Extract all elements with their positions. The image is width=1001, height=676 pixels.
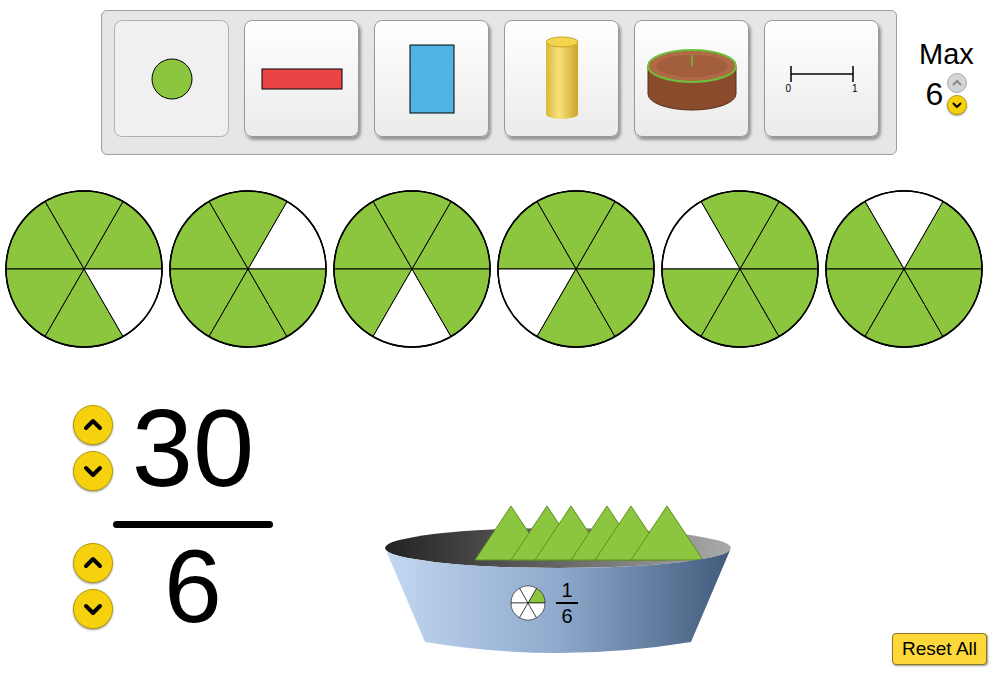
up-arrow-button[interactable] [73,405,113,445]
circle-icon [150,57,194,101]
pie-slice[interactable] [576,269,654,337]
representation-button[interactable] [114,20,229,137]
top-row: 01Max6 [0,0,1001,155]
chevron-up-icon [951,77,963,89]
cake-icon [644,44,740,114]
denominator: 6 [113,534,273,638]
pie-slice[interactable] [170,201,248,269]
pie-slice[interactable] [84,269,162,337]
pie-slice[interactable] [248,269,326,337]
pie[interactable] [660,189,820,349]
number-line-end: 1 [852,84,858,94]
chevron-down-icon [81,597,105,621]
number-line-icon: 01 [786,64,858,94]
fraction-control: 306 [73,393,273,638]
mini-pie-icon [510,585,546,621]
representation-button[interactable]: 01 [764,20,879,137]
representation-toolbar: 01 [101,10,897,155]
max-value: 6 [926,78,944,110]
representation-button[interactable] [504,20,619,137]
chevron-down-icon [951,99,963,111]
bucket[interactable]: 16 [383,504,733,656]
vertical-bar-icon [408,43,456,115]
fraction-bar [113,521,273,528]
max-label: Max [919,40,974,69]
bucket-piece[interactable] [631,506,703,560]
pie-slice[interactable] [498,201,576,269]
pie-slice[interactable] [662,201,740,269]
pie-slice[interactable] [904,269,982,337]
down-arrow-button[interactable] [73,589,113,629]
max-control: Max 6 [919,40,974,115]
bottom-area: 30616Reset All [0,349,1001,676]
down-arrow-button[interactable] [73,451,113,491]
reset-all-button[interactable]: Reset All [892,633,987,665]
pie[interactable] [168,189,328,349]
pie[interactable] [496,189,656,349]
pie-slice[interactable] [6,201,84,269]
fractions-app: 01Max630616Reset All [0,0,1001,676]
down-arrow-button[interactable] [947,95,967,115]
bucket-icon [383,504,733,656]
up-arrow-button[interactable] [947,73,967,93]
bucket-denominator: 6 [561,606,572,626]
number-line-start: 0 [786,84,792,94]
pie-slice[interactable] [334,201,412,269]
bucket-label: 16 [510,580,578,626]
horizontal-bar-icon [261,67,343,91]
chevron-up-icon [81,413,105,437]
pie[interactable] [4,189,164,349]
water-glass-icon [542,34,582,124]
pie-row [0,189,1001,349]
pie[interactable] [824,189,984,349]
representation-button[interactable] [244,20,359,137]
representation-button[interactable] [374,20,489,137]
chevron-down-icon [81,459,105,483]
bucket-numerator: 1 [561,580,572,600]
numerator: 30 [113,393,273,503]
pie[interactable] [332,189,492,349]
representation-button[interactable] [634,20,749,137]
up-arrow-button[interactable] [73,543,113,583]
pie-slice[interactable] [826,201,904,269]
pie-slice[interactable] [740,269,818,337]
pie-slice[interactable] [412,269,490,337]
chevron-up-icon [81,551,105,575]
